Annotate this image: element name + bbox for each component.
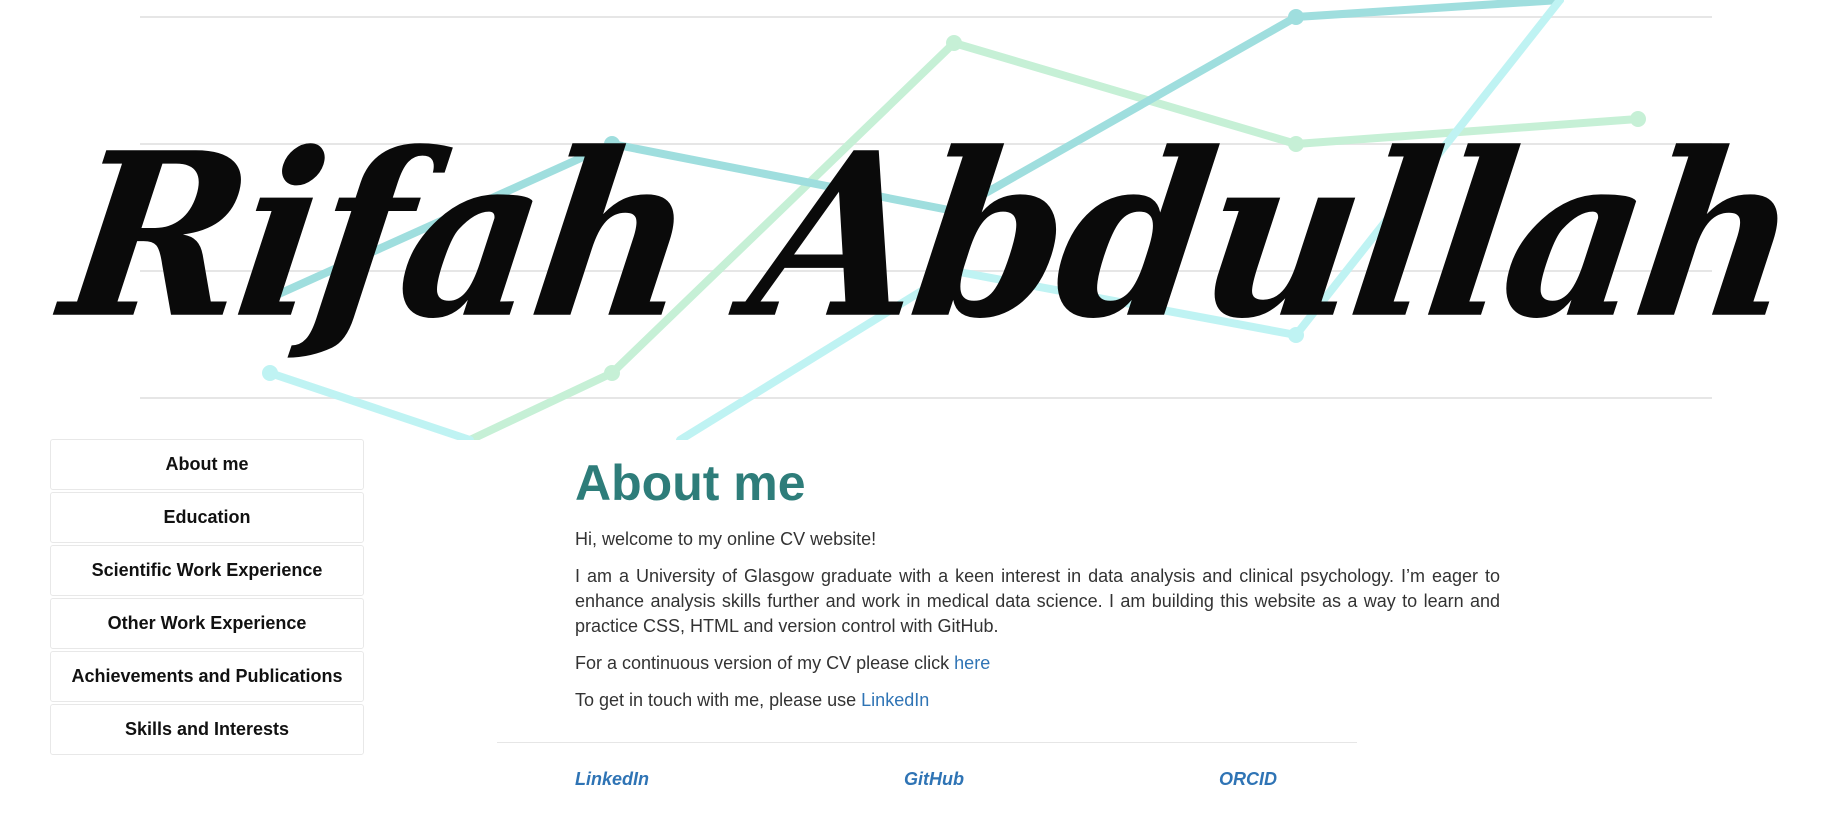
footer-divider — [497, 742, 1357, 743]
footer-orcid-link[interactable]: ORCID — [1219, 769, 1277, 790]
sidebar-item-other-work-experience[interactable]: Other Work Experience — [50, 598, 364, 649]
footer-linkedin-link[interactable]: LinkedIn — [575, 769, 649, 790]
cv-here-link[interactable]: here — [954, 653, 990, 673]
footer-github-link[interactable]: GitHub — [904, 769, 964, 790]
sidebar-nav: About me Education Scientific Work Exper… — [50, 439, 364, 757]
sidebar-item-skills-and-interests[interactable]: Skills and Interests — [50, 704, 364, 755]
contact-paragraph: To get in touch with me, please use Link… — [575, 688, 1500, 713]
banner-point-green — [946, 35, 962, 51]
sidebar-item-achievements-and-publications[interactable]: Achievements and Publications — [50, 651, 364, 702]
header-banner: Rifah Abdullah — [0, 0, 1836, 440]
contact-paragraph-text: To get in touch with me, please use — [575, 689, 862, 710]
cv-paragraph: For a continuous version of my CV please… — [575, 651, 1500, 676]
page-title: About me — [575, 455, 806, 511]
cv-paragraph-text: For a continuous version of my CV please… — [575, 652, 955, 673]
intro-paragraph: I am a University of Glasgow graduate wi… — [575, 565, 1500, 636]
contact-linkedin-link[interactable]: LinkedIn — [861, 690, 929, 710]
name-signature-logo: Rifah Abdullah — [50, 102, 1810, 368]
main-content: About me Hi, welcome to my online CV web… — [575, 455, 1500, 725]
banner-point-teal — [1288, 9, 1304, 25]
sidebar-item-education[interactable]: Education — [50, 492, 364, 543]
sidebar-item-about-me[interactable]: About me — [50, 439, 364, 490]
sidebar-item-scientific-work-experience[interactable]: Scientific Work Experience — [50, 545, 364, 596]
welcome-text: Hi, welcome to my online CV website! — [575, 528, 877, 549]
